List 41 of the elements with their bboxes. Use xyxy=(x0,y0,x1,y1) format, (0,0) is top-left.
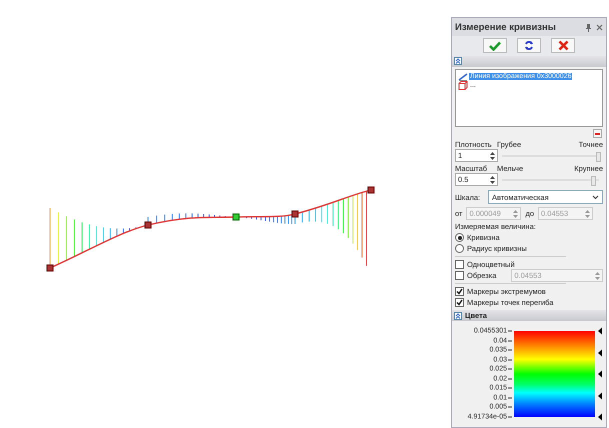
close-icon[interactable] xyxy=(596,24,603,30)
checkbox[interactable] xyxy=(455,287,464,296)
tick-mark xyxy=(508,397,512,398)
tick-mark xyxy=(508,388,512,389)
close-icon xyxy=(558,40,568,51)
checkbox[interactable] xyxy=(455,298,464,307)
ok-button[interactable] xyxy=(483,38,507,53)
cancel-button[interactable] xyxy=(551,38,575,53)
checkbox[interactable] xyxy=(455,260,464,269)
checkmark-icon xyxy=(489,40,501,50)
refresh-icon xyxy=(524,40,534,51)
tick-mark xyxy=(508,340,512,342)
slider-thumb[interactable] xyxy=(596,152,601,162)
minus-icon xyxy=(595,132,600,134)
tick-mark xyxy=(508,350,512,351)
tick-mark xyxy=(508,359,512,360)
collapse-icon[interactable] xyxy=(454,57,462,65)
tick-mark xyxy=(508,368,512,370)
spin-arrows-icon[interactable] xyxy=(489,174,496,184)
color-stop-marker[interactable] xyxy=(598,414,602,420)
tick-mark xyxy=(508,378,512,380)
panel-title: Измерение кривизны xyxy=(455,22,557,32)
color-stop-marker[interactable] xyxy=(598,349,602,356)
spin-arrows-icon[interactable] xyxy=(489,150,496,160)
radio-button[interactable] xyxy=(455,233,464,242)
color-stop-marker[interactable] xyxy=(598,392,602,399)
pin-icon[interactable] xyxy=(585,22,592,32)
refresh-button[interactable] xyxy=(517,38,541,53)
remove-button[interactable] xyxy=(593,129,602,138)
chevron-down-icon xyxy=(592,194,599,200)
cube-icon xyxy=(458,81,468,90)
color-stop-marker[interactable] xyxy=(598,328,602,334)
tick-mark xyxy=(508,416,512,418)
tick-mark xyxy=(508,330,512,332)
slider-thumb[interactable] xyxy=(591,176,596,186)
radio-button[interactable] xyxy=(455,244,464,253)
line-icon xyxy=(458,72,468,81)
collapse-icon[interactable] xyxy=(454,312,462,320)
tick-mark xyxy=(508,406,512,408)
color-stop-marker[interactable] xyxy=(598,370,602,378)
checkbox[interactable] xyxy=(455,271,464,280)
